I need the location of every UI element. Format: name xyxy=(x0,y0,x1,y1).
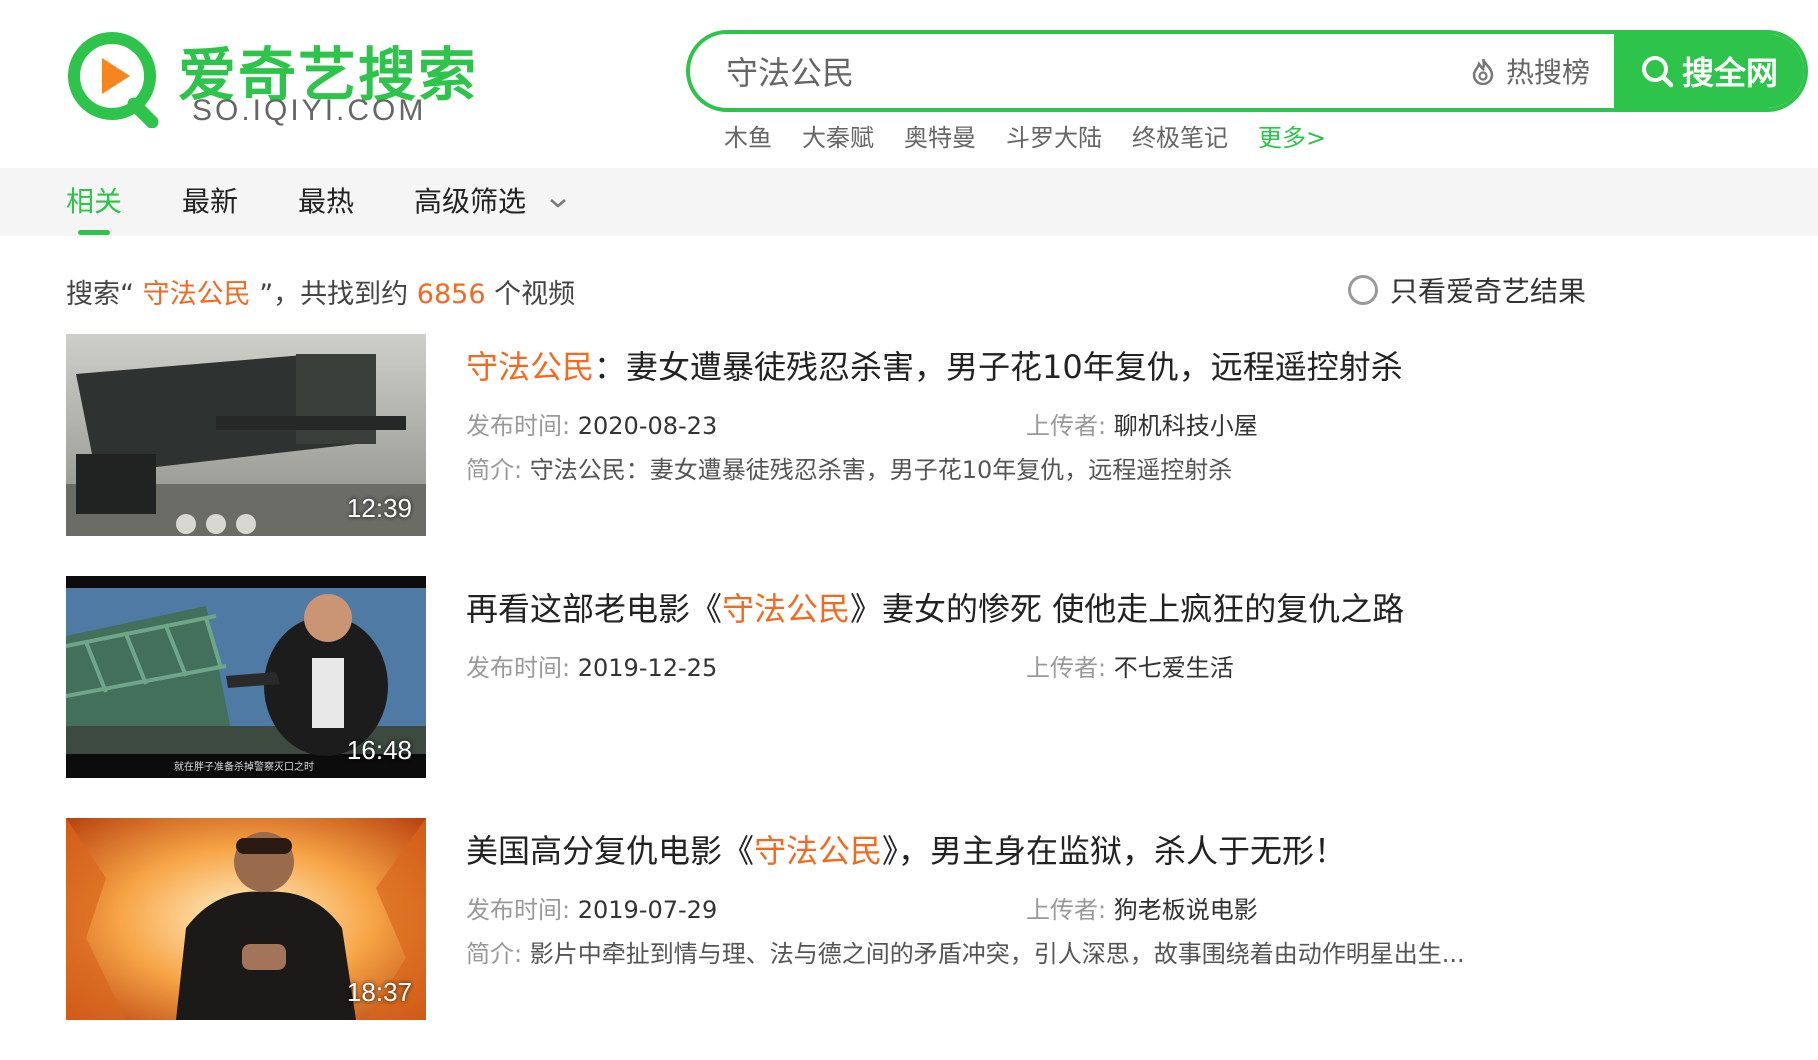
date-label: 发布时间: xyxy=(466,412,571,440)
video-duration: 12:39 xyxy=(346,493,412,523)
desc-label: 简介: xyxy=(466,456,523,484)
uploader: 上传者: 不七爱生活 xyxy=(1026,648,1234,683)
desc-label: 简介: xyxy=(466,940,523,968)
date-label: 发布时间: xyxy=(466,896,571,924)
desc-text: 影片中牵扯到情与理、法与德之间的矛盾冲突，引人深思，故事围绕着由动作明星出生..… xyxy=(529,940,1465,968)
video-title[interactable]: 再看这部老电影《守法公民》妻女的惨死 使他走上疯狂的复仇之路 xyxy=(466,584,1404,630)
more-keywords-link[interactable]: 更多> xyxy=(1258,118,1326,153)
summary-suffix: 个视频 xyxy=(494,279,576,310)
summary-middle: ”，共找到约 xyxy=(259,279,409,310)
uploader-label: 上传者: xyxy=(1026,896,1107,924)
search-bar: 热搜榜 搜全网 xyxy=(686,30,1808,112)
title-keyword: 守法公民 xyxy=(722,590,851,628)
tab-advanced-filter[interactable]: 高级筛选 xyxy=(414,168,567,236)
iqiyi-play-logo-icon xyxy=(68,32,159,128)
title-keyword: 守法公民 xyxy=(754,832,883,870)
video-description: 简介: 影片中牵扯到情与理、法与德之间的矛盾冲突，引人深思，故事围绕着由动作明星… xyxy=(466,934,1465,969)
tab-relevant[interactable]: 相关 xyxy=(66,168,122,236)
title-text: 再看这部老电影《 xyxy=(466,590,723,628)
date-label: 发布时间: xyxy=(466,654,571,682)
uploader-name[interactable]: 聊机科技小屋 xyxy=(1114,412,1258,440)
hot-keyword[interactable]: 木鱼 xyxy=(724,118,772,153)
uploader: 上传者: 狗老板说电影 xyxy=(1026,890,1258,925)
video-duration: 18:37 xyxy=(346,977,412,1007)
result-item: 16:48 就在胖子准备杀掉警察灭口之时 再看这部老电影《守法公民》妻女的惨死 … xyxy=(66,576,1466,778)
title-text: ：妻女遭暴徒残忍杀害，男子花10年复仇，远程遥控射杀 xyxy=(594,348,1403,386)
uploader-label: 上传者: xyxy=(1026,654,1107,682)
search-input[interactable] xyxy=(726,34,1426,108)
radio-button[interactable] xyxy=(1348,275,1378,305)
result-count: 6856 xyxy=(416,279,486,310)
hot-keywords: 木鱼 大秦赋 奥特曼 斗罗大陆 终极笔记 更多> xyxy=(724,118,1326,153)
video-title[interactable]: 守法公民：妻女遭暴徒残忍杀害，男子花10年复仇，远程遥控射杀 xyxy=(466,342,1403,388)
result-item: 18:37 美国高分复仇电影《守法公民》，男主身在监狱，杀人于无形！ 发布时间:… xyxy=(66,818,1466,1020)
search-all-button[interactable]: 搜全网 xyxy=(1614,34,1804,108)
thumbnail-caption: 就在胖子准备杀掉警察灭口之时 xyxy=(174,762,314,773)
sort-tabs: 相关 最新 最热 高级筛选 xyxy=(0,168,1818,236)
date-value: 2020-08-23 xyxy=(577,412,718,440)
title-text: 》，男主身在监狱，杀人于无形！ xyxy=(882,832,1347,870)
video-duration: 16:48 xyxy=(346,735,412,765)
hot-search-button[interactable]: 热搜榜 xyxy=(1470,34,1590,108)
header: 爱奇艺搜索 SO.IQIYI.COM 热搜榜 搜全网 木鱼 大秦赋 奥特曼 斗罗… xyxy=(0,0,1818,168)
search-all-label: 搜全网 xyxy=(1681,54,1778,92)
publish-date: 发布时间: 2019-07-29 xyxy=(466,890,717,925)
desc-text: 守法公民：妻女遭暴徒残忍杀害，男子花10年复仇，远程遥控射杀 xyxy=(529,456,1233,484)
logo[interactable]: 爱奇艺搜索 SO.IQIYI.COM xyxy=(64,28,484,128)
hot-keyword[interactable]: 大秦赋 xyxy=(802,118,874,153)
logo-domain: SO.IQIYI.COM xyxy=(192,94,427,127)
title-text: 》妻女的惨死 使他走上疯狂的复仇之路 xyxy=(850,590,1405,628)
uploader-name[interactable]: 不七爱生活 xyxy=(1114,654,1234,682)
tab-hottest[interactable]: 最热 xyxy=(298,168,354,236)
video-title[interactable]: 美国高分复仇电影《守法公民》，男主身在监狱，杀人于无形！ xyxy=(466,826,1346,872)
chevron-down-icon xyxy=(550,199,566,208)
hot-keyword[interactable]: 终极笔记 xyxy=(1132,118,1228,153)
video-description: 简介: 守法公民：妻女遭暴徒残忍杀害，男子花10年复仇，远程遥控射杀 xyxy=(466,450,1232,485)
only-iqiyi-toggle[interactable]: 只看爱奇艺结果 xyxy=(1348,270,1586,310)
active-tab-indicator xyxy=(78,230,110,235)
summary-keyword: 守法公民 xyxy=(142,279,251,310)
video-thumbnail[interactable]: 12:39 xyxy=(66,334,426,536)
result-summary: 搜索“ 守法公民 ”，共找到约 6856 个视频 xyxy=(66,272,575,311)
fire-icon xyxy=(1472,58,1494,85)
title-text: 美国高分复仇电影《 xyxy=(466,832,755,870)
uploader-name[interactable]: 狗老板说电影 xyxy=(1114,896,1258,924)
publish-date: 发布时间: 2020-08-23 xyxy=(466,406,717,441)
hot-keyword[interactable]: 奥特曼 xyxy=(904,118,976,153)
tab-latest[interactable]: 最新 xyxy=(182,168,238,236)
date-value: 2019-12-25 xyxy=(577,654,718,682)
publish-date: 发布时间: 2019-12-25 xyxy=(466,648,717,683)
title-keyword: 守法公民 xyxy=(466,348,595,386)
only-iqiyi-label: 只看爱奇艺结果 xyxy=(1390,275,1587,308)
uploader-label: 上传者: xyxy=(1026,412,1107,440)
hot-keyword[interactable]: 斗罗大陆 xyxy=(1006,118,1102,153)
summary-prefix: 搜索“ xyxy=(66,279,134,310)
hot-search-label: 热搜榜 xyxy=(1506,56,1591,89)
date-value: 2019-07-29 xyxy=(577,896,718,924)
uploader: 上传者: 聊机科技小屋 xyxy=(1026,406,1258,441)
video-thumbnail[interactable]: 16:48 就在胖子准备杀掉警察灭口之时 xyxy=(66,576,426,778)
advanced-filter-label: 高级筛选 xyxy=(414,185,527,218)
video-thumbnail[interactable]: 18:37 xyxy=(66,818,426,1020)
result-item: 12:39 守法公民：妻女遭暴徒残忍杀害，男子花10年复仇，远程遥控射杀 发布时… xyxy=(66,334,1466,536)
search-icon xyxy=(1641,56,1674,88)
